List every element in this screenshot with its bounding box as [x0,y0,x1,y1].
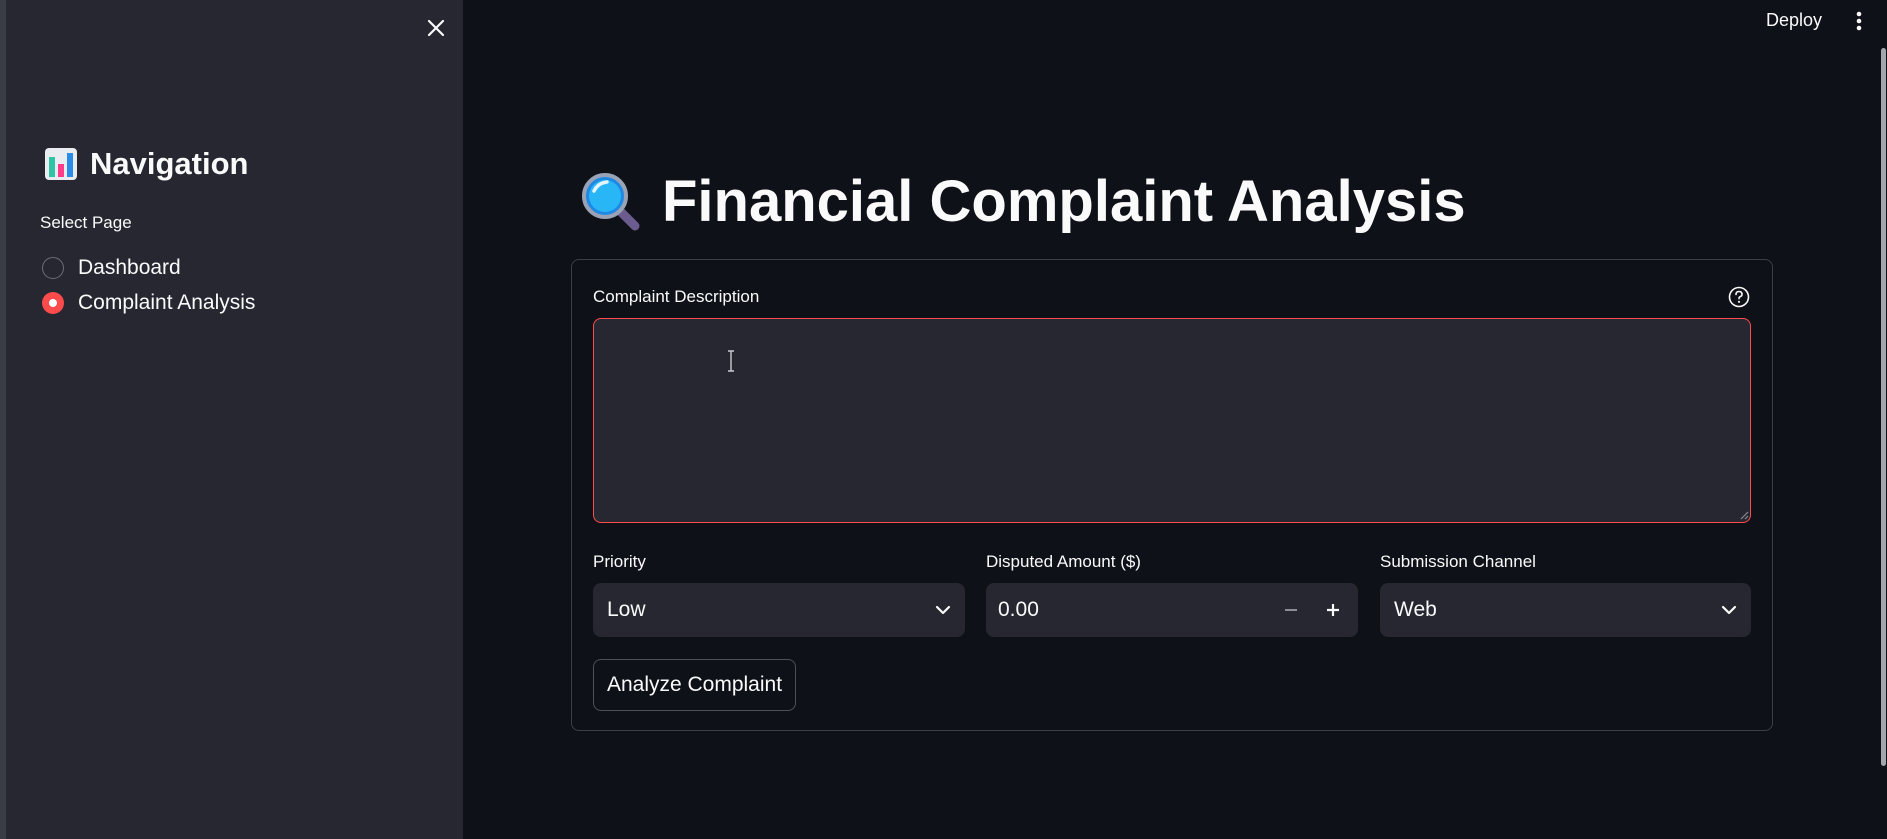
sidebar-close-button[interactable] [416,8,456,48]
sidebar-title: Navigation [44,146,248,182]
vertical-dots-icon [1856,11,1862,31]
decrement-button[interactable] [1271,590,1311,630]
channel-select[interactable]: Web [1380,583,1751,637]
radio-option-complaint-analysis[interactable]: Complaint Analysis [42,285,255,320]
bar-chart-icon [45,148,77,180]
page-title: Financial Complaint Analysis [580,168,1466,235]
radio-button-selected[interactable] [42,291,64,314]
close-icon [427,19,445,37]
magnifying-glass-icon [582,172,640,230]
sidebar-title-text: Navigation [90,146,249,181]
disputed-amount-field [986,583,1358,637]
amount-label: Disputed Amount ($) [986,552,1141,571]
chevron-down-icon [1721,605,1737,615]
page-title-text: Financial Complaint Analysis [662,169,1466,234]
text-cursor-icon [728,350,734,372]
priority-select[interactable]: Low [593,583,965,637]
radio-option-dashboard[interactable]: Dashboard [42,250,255,285]
description-help-button[interactable] [1727,285,1751,309]
select-page-label: Select Page [40,213,132,232]
chevron-down-icon [935,605,951,615]
scrollbar-thumb[interactable] [1881,48,1886,766]
priority-label: Priority [593,552,646,571]
description-label: Complaint Description [593,287,760,306]
page-radio-group: Dashboard Complaint Analysis [42,250,255,320]
resize-handle-icon[interactable] [1739,510,1749,520]
channel-value: Web [1394,598,1437,621]
deploy-button[interactable]: Deploy [1758,6,1830,34]
minus-icon [1285,609,1297,611]
sidebar: Navigation Select Page Dashboard Complai… [6,0,463,839]
priority-value: Low [607,598,646,621]
disputed-amount-input[interactable] [986,583,1246,637]
plus-icon [1327,604,1339,616]
radio-label: Dashboard [78,255,181,279]
complaint-description-input[interactable] [593,318,1751,523]
channel-label: Submission Channel [1380,552,1536,571]
increment-button[interactable] [1313,590,1353,630]
radio-button[interactable] [42,256,64,279]
main-menu-button[interactable] [1848,6,1870,36]
analyze-complaint-button[interactable]: Analyze Complaint [593,659,796,711]
radio-label: Complaint Analysis [78,290,256,314]
question-circle-icon [1728,286,1750,308]
